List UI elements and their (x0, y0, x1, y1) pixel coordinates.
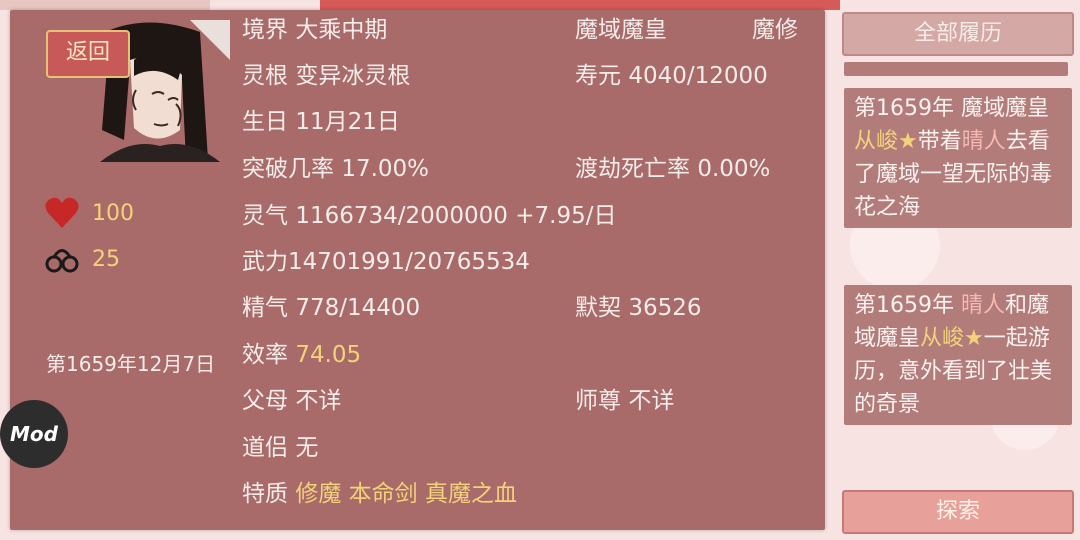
breakthrough-value: 17.00% (341, 156, 430, 182)
qi-label: 灵气 (242, 203, 288, 229)
history-log-entry: 第1659年 晴人和魔域魔皇从峻★一起游历，意外看到了壮美的奇景 (844, 285, 1072, 425)
bond-value: 25 (92, 246, 120, 272)
log-character-name[interactable]: 晴人 (962, 129, 1006, 154)
top-decor-strip (0, 0, 210, 10)
log-text: 第1659年 魔域魔皇 (854, 96, 1049, 121)
essence-label: 精气 (242, 295, 288, 321)
efficiency-field: 效率 74.05 (242, 335, 361, 369)
tribulation-value: 0.00% (697, 156, 771, 182)
log-character-name[interactable]: 从峻★ (854, 129, 918, 154)
master-value: 不详 (628, 388, 675, 414)
birthday-value: 11月21日 (295, 109, 400, 135)
breakthrough-field: 突破几率 17.00% (242, 149, 429, 183)
log-character-name[interactable]: 晴人 (961, 293, 1005, 318)
explore-button[interactable]: 探索 (842, 490, 1074, 534)
spirit-root-field: 灵根 变异冰灵根 (242, 56, 410, 90)
birthday-label: 生日 (242, 109, 288, 135)
sidebar-divider (844, 62, 1068, 76)
tacit-value: 36526 (628, 295, 702, 321)
traits-field: 特质 修魔 本命剑 真魔之血 (242, 474, 517, 508)
log-character-name[interactable]: 从峻★ (920, 326, 984, 351)
parents-value: 不详 (295, 388, 342, 414)
qi-value: 1166734/2000000 +7.95/日 (295, 203, 617, 229)
bond-stat: 25 (44, 242, 120, 276)
spirit-root-label: 灵根 (242, 63, 288, 89)
history-log-entry: 第1659年 魔域魔皇从峻★带着晴人去看了魔域一望无际的毒花之海 (844, 88, 1072, 228)
tacit-field: 默契 36526 (575, 288, 701, 322)
essence-value: 778/14400 (295, 295, 421, 321)
combat-power: 武力14701991/20765534 (242, 249, 530, 275)
heart-icon (45, 197, 79, 228)
realm-field: 境界 大乘中期 (242, 10, 387, 44)
handcuffs-icon (45, 249, 79, 273)
tacit-label: 默契 (575, 295, 621, 321)
mod-button[interactable]: Mod (0, 400, 68, 468)
tribulation-field: 渡劫死亡率 0.00% (575, 149, 770, 183)
health-value: 100 (92, 200, 134, 226)
partner-label: 道侣 (242, 435, 288, 461)
efficiency-label: 效率 (242, 342, 288, 368)
log-text: 第1659年 (854, 293, 961, 318)
qi-field: 灵气 1166734/2000000 +7.95/日 (242, 196, 616, 230)
essence-field: 精气 778/14400 (242, 288, 420, 322)
lifespan-field: 寿元 4040/12000 (575, 56, 768, 90)
efficiency-value: 74.05 (295, 342, 362, 368)
trait-tag[interactable]: 修魔 (295, 481, 341, 507)
health-stat: 100 (44, 196, 134, 230)
cultivation-path: 魔修 (752, 17, 798, 43)
birthday-field: 生日 11月21日 (242, 102, 400, 136)
traits-label: 特质 (242, 481, 288, 507)
tribulation-label: 渡劫死亡率 (575, 156, 690, 182)
game-date: 第1659年12月7日 (46, 352, 216, 376)
trait-tag[interactable]: 真魔之血 (425, 481, 517, 507)
partner-value: 无 (295, 435, 319, 461)
parents-label: 父母 (242, 388, 288, 414)
spirit-root-value: 变异冰灵根 (295, 63, 411, 89)
all-history-button[interactable]: 全部履历 (842, 12, 1074, 56)
realm-value: 大乘中期 (295, 17, 388, 43)
breakthrough-label: 突破几率 (242, 156, 334, 182)
realm-label: 境界 (242, 17, 288, 43)
partner-field: 道侣 无 (242, 428, 318, 462)
back-button[interactable]: 返回 (46, 30, 130, 78)
character-title: 魔域魔皇 (575, 17, 667, 43)
master-label: 师尊 (575, 388, 621, 414)
trait-tag[interactable]: 本命剑 (349, 481, 418, 507)
history-sidebar: 全部履历 第1659年 魔域魔皇从峻★带着晴人去看了魔域一望无际的毒花之海 第1… (840, 0, 1074, 540)
lifespan-label: 寿元 (575, 63, 621, 89)
master-field: 师尊 不详 (575, 381, 674, 415)
top-banner-strip (320, 0, 840, 10)
log-text: 带着 (917, 129, 962, 154)
parents-field: 父母 不详 (242, 381, 341, 415)
lifespan-value: 4040/12000 (628, 63, 768, 89)
character-info-panel: 返回 100 25 第1659年12月7日 境界 大乘中期 魔域魔皇 魔修 灵根… (10, 10, 825, 530)
